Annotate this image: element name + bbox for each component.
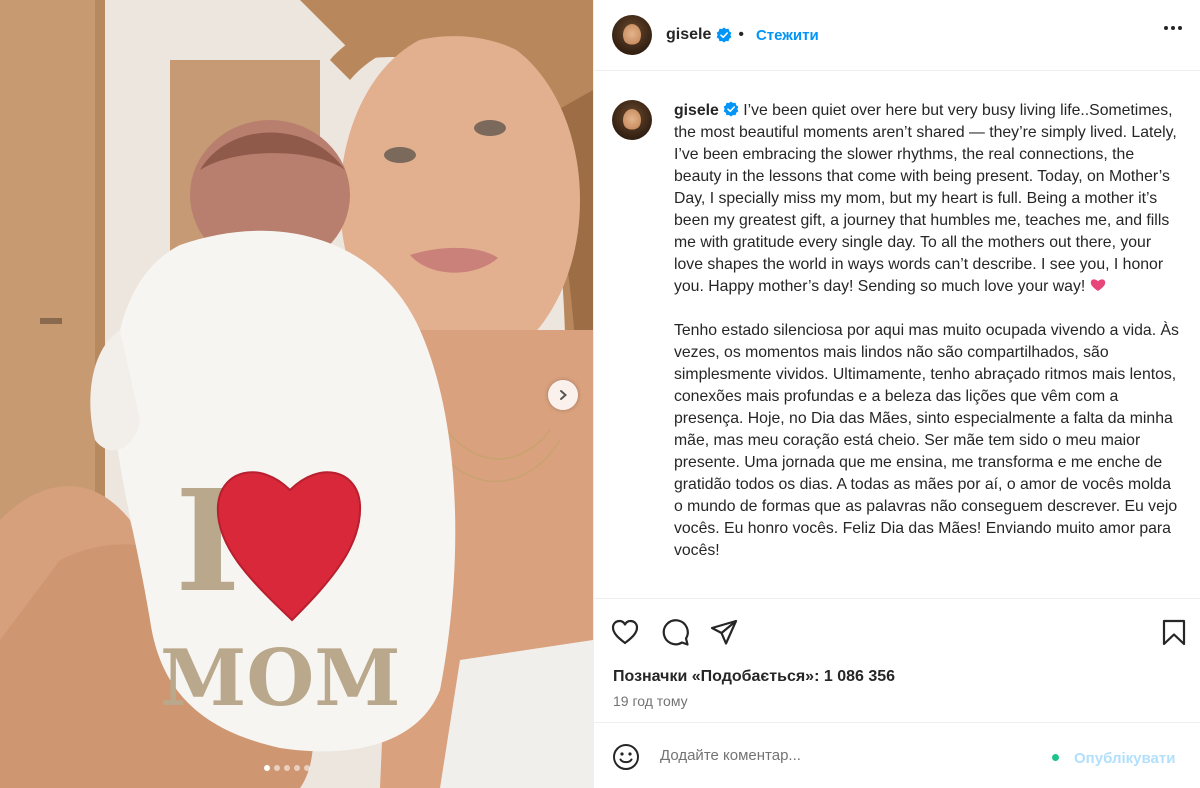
caption-avatar[interactable] [612, 100, 652, 140]
carousel-dot [294, 765, 300, 771]
post-header: gisele • Стежити [594, 0, 1200, 71]
caption-scroll-area[interactable]: gisele I’ve been quiet over here but ver… [594, 72, 1200, 598]
like-heart-icon[interactable] [611, 619, 639, 645]
post-photo: I MOM [0, 0, 593, 788]
carousel-dot [304, 765, 310, 771]
follow-button[interactable]: Стежити [756, 27, 819, 44]
likes-count[interactable]: Позначки «Подобається»: 1 086 356 [613, 668, 895, 686]
post-comment-button[interactable]: Опублікувати [1074, 750, 1175, 767]
save-bookmark-icon[interactable] [1162, 619, 1186, 646]
share-send-icon[interactable] [710, 619, 738, 646]
pink-heart-emoji-icon [1090, 279, 1105, 291]
loading-indicator [1052, 754, 1059, 761]
caption-english: I’ve been quiet over here but very busy … [674, 102, 1182, 295]
divider [594, 598, 1200, 599]
post-timestamp[interactable]: 19 год тому [613, 693, 688, 709]
post-media[interactable]: I MOM [0, 0, 593, 788]
more-options-icon[interactable] [1164, 26, 1182, 30]
carousel-dot [284, 765, 290, 771]
separator-dot: • [738, 26, 744, 43]
carousel-next-button[interactable] [548, 380, 578, 410]
carousel-dot [264, 765, 270, 771]
caption: gisele I’ve been quiet over here but ver… [612, 100, 1182, 562]
shirt-word-mom: MOM [160, 633, 401, 724]
comment-input[interactable] [660, 747, 1040, 764]
verified-badge-icon [723, 101, 739, 117]
avatar[interactable] [612, 15, 652, 55]
author-username[interactable]: gisele [666, 26, 711, 44]
caption-username[interactable]: gisele [674, 102, 719, 119]
caption-portuguese: Tenho estado silenciosa por aqui mas mui… [674, 322, 1184, 559]
verified-badge-icon [717, 27, 732, 43]
emoji-smiley-icon[interactable] [612, 743, 640, 771]
chevron-right-icon [560, 390, 568, 400]
comment-icon[interactable] [661, 618, 690, 647]
carousel-dot [274, 765, 280, 771]
divider [593, 722, 1200, 723]
caption-text: gisele I’ve been quiet over here but ver… [674, 100, 1179, 562]
carousel-indicator [264, 765, 310, 771]
